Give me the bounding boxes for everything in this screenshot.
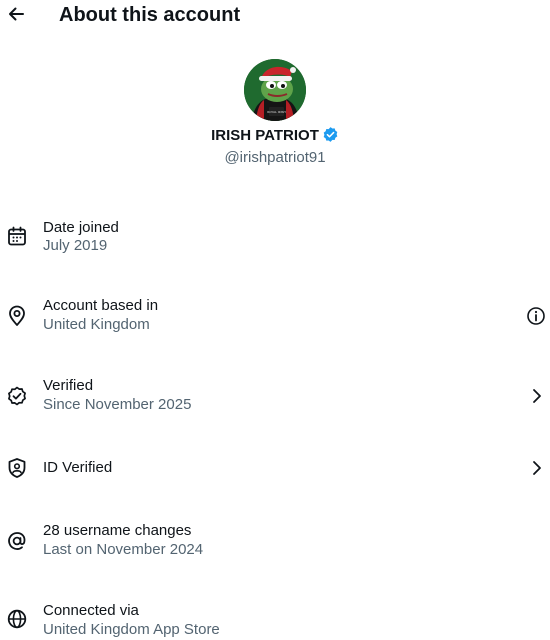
account-based-in-value: United Kingdom — [43, 316, 150, 333]
verified-label: Verified — [43, 377, 94, 394]
id-verified-label: ID Verified — [43, 459, 113, 476]
verified-value: Since November 2025 — [43, 396, 192, 413]
location-pin-icon — [6, 305, 28, 327]
handle: @irishpatriot91 — [224, 149, 326, 166]
avatar-image: ROYAL IRISH — [244, 59, 306, 121]
verified-badge-icon — [322, 126, 339, 143]
chevron-right-icon — [527, 458, 547, 478]
display-name-row: IRISH PATRIOT — [0, 126, 550, 146]
at-sign-icon — [6, 530, 28, 552]
date-joined-row: Date joined July 2019 — [0, 215, 550, 275]
account-based-in-label: Account based in — [43, 297, 159, 314]
username-changes-value: Last on November 2024 — [43, 541, 204, 558]
back-button[interactable] — [6, 3, 26, 25]
id-verified-row[interactable]: ID Verified — [0, 445, 550, 505]
chevron-right-icon — [527, 386, 547, 406]
globe-icon — [6, 608, 28, 630]
shield-user-icon — [6, 457, 28, 479]
page-title: About this account — [59, 4, 241, 26]
calendar-icon — [6, 225, 28, 247]
username-changes-row: 28 username changes Last on November 202… — [0, 520, 550, 580]
connected-via-value: United Kingdom App Store — [43, 621, 220, 638]
avatar-badge-text: ROYAL IRISH — [267, 110, 286, 114]
connected-via-row: Connected via United Kingdom App Store — [0, 600, 550, 638]
avatar[interactable]: ROYAL IRISH — [244, 59, 306, 121]
date-joined-value: July 2019 — [43, 237, 108, 254]
info-icon[interactable] — [526, 306, 546, 326]
username-changes-label: 28 username changes — [43, 522, 192, 539]
display-name: IRISH PATRIOT — [211, 127, 319, 144]
date-joined-label: Date joined — [43, 219, 119, 236]
verified-check-icon — [6, 385, 28, 407]
arrow-left-icon — [9, 7, 24, 21]
account-based-in-row: Account based in United Kingdom — [0, 295, 550, 355]
verified-row[interactable]: Verified Since November 2025 — [0, 375, 550, 435]
connected-via-label: Connected via — [43, 602, 139, 619]
header-bar: About this account — [0, 0, 550, 30]
